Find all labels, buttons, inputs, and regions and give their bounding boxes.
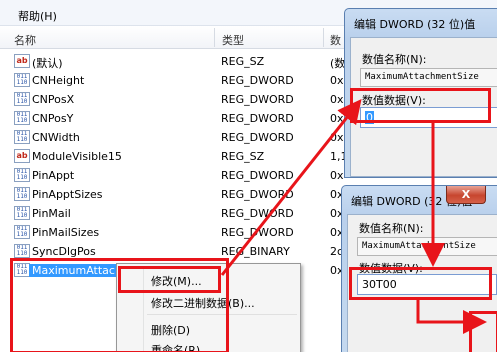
- binary-value-icon: 011 110: [14, 73, 30, 87]
- value-data: 0x: [330, 131, 344, 144]
- value-type: REG_DWORD: [221, 207, 294, 220]
- binary-value-icon: 011 110: [14, 111, 30, 125]
- value-name: CNWidth: [32, 131, 80, 144]
- binary-value-icon: 011 110: [14, 92, 30, 106]
- value-name: PinMailSizes: [32, 226, 100, 239]
- value-name-label: 数值名称(N):: [359, 222, 424, 235]
- menu-help[interactable]: 帮助(H): [18, 8, 57, 24]
- value-type: REG_DWORD: [221, 74, 294, 87]
- value-type: REG_BINARY: [221, 245, 290, 258]
- annotation-box-value-data-2: [349, 267, 492, 300]
- value-name: ModuleVisible15: [32, 150, 122, 163]
- value-type: REG_DWORD: [221, 112, 294, 125]
- value-name: SyncDlgPos: [32, 245, 96, 258]
- annotation-box-modify: [118, 266, 221, 293]
- string-value-icon: ab: [14, 54, 30, 68]
- value-data: (数: [330, 57, 346, 70]
- value-name: CNPosX: [32, 93, 75, 106]
- value-name: CNHeight: [32, 74, 85, 87]
- value-name-field: MaximumAttachmentSize: [357, 237, 497, 256]
- value-data: 0x: [330, 169, 344, 182]
- column-divider[interactable]: [214, 28, 215, 47]
- dialog-title: 编辑 DWORD (32 位)值: [354, 18, 476, 31]
- binary-value-icon: 011 110: [14, 168, 30, 182]
- value-name: PinMail: [32, 207, 71, 220]
- value-type: REG_DWORD: [221, 169, 294, 182]
- close-button[interactable]: X: [446, 186, 486, 204]
- value-type: REG_SZ: [221, 150, 265, 163]
- value-name: PinAppt: [32, 169, 75, 182]
- value-name: CNPosY: [32, 112, 74, 125]
- value-data: 0x: [330, 112, 344, 125]
- binary-value-icon: 011 110: [14, 225, 30, 239]
- value-type: REG_DWORD: [221, 131, 294, 144]
- value-name: PinApptSizes: [32, 188, 103, 201]
- value-name: (默认): [32, 57, 63, 70]
- column-header-type[interactable]: 类型: [222, 32, 244, 48]
- string-value-icon: ab: [14, 149, 30, 163]
- binary-value-icon: 011 110: [14, 130, 30, 144]
- value-name-label: 数值名称(N):: [362, 53, 427, 66]
- column-divider[interactable]: [323, 28, 324, 47]
- column-header-name[interactable]: 名称: [14, 32, 36, 48]
- annotation-box-value-data-1: [350, 88, 491, 123]
- binary-value-icon: 011 110: [14, 244, 30, 258]
- value-name-field: MaximumAttachmentSize: [360, 68, 497, 87]
- value-type: REG_SZ: [221, 55, 265, 68]
- annotation-box-ok-button: [469, 311, 497, 352]
- binary-value-icon: 011 110: [14, 206, 30, 220]
- binary-value-icon: 011 110: [14, 187, 30, 201]
- value-type: REG_DWORD: [221, 226, 294, 239]
- value-data: 0x: [330, 74, 344, 87]
- value-data: 0x: [330, 93, 344, 106]
- column-header-data[interactable]: 数: [330, 32, 341, 48]
- value-type: REG_DWORD: [221, 188, 294, 201]
- value-type: REG_DWORD: [221, 93, 294, 106]
